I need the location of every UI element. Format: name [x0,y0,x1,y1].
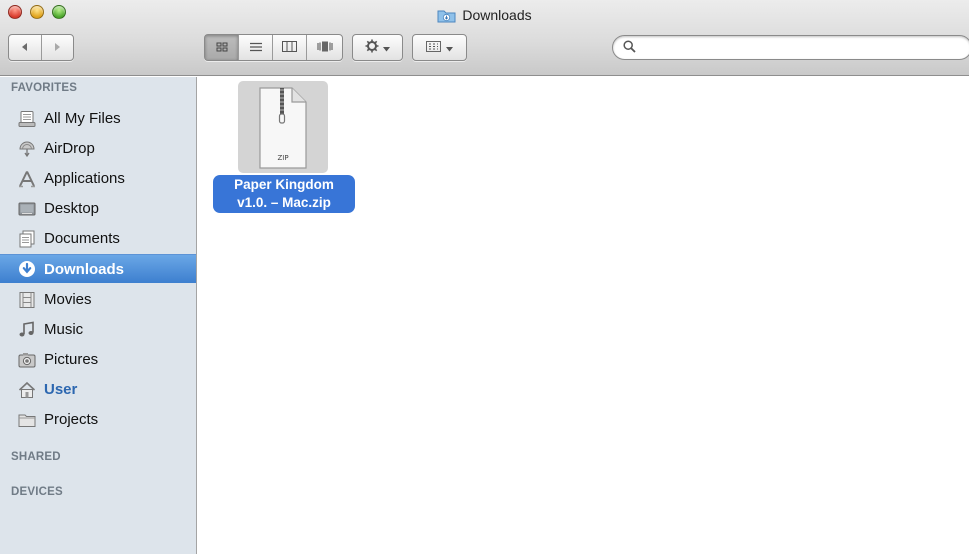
sidebar-item-label: User [44,381,78,398]
icon-view-button[interactable] [205,35,239,60]
window-toolbar: Downloads [0,0,969,76]
list-view-button[interactable] [239,35,273,60]
downloads-icon [18,260,36,278]
sidebar-item-label: All My Files [44,110,121,127]
applications-icon [18,170,36,188]
window-title-bar: Downloads [0,7,969,23]
section-shared: SHARED [11,451,61,463]
sidebar-item-label: Documents [44,230,120,247]
sidebar-item-label: Movies [44,291,92,308]
file-icon-selection[interactable]: ZIP [238,81,328,173]
action-menu [353,35,402,60]
forward-button[interactable] [42,35,74,60]
section-devices: DEVICES [11,486,63,498]
sidebar-item-label: Projects [44,411,99,428]
column-view-button[interactable] [273,35,307,60]
action-menu-button[interactable] [352,34,403,61]
sidebar-item-music[interactable]: Music [0,315,196,344]
sidebar-item-airdrop[interactable]: AirDrop [0,134,196,163]
music-icon [18,321,36,339]
sidebar-item-projects[interactable]: Projects [0,405,196,434]
coverflow-view-button[interactable] [307,35,342,60]
section-favorites: FAVORITES [11,82,78,94]
sidebar-item-desktop[interactable]: Desktop [0,194,196,223]
sidebar-item-label: AirDrop [44,140,95,157]
coverflow-view-icon [316,40,333,55]
sidebar-item-documents[interactable]: Documents [0,224,196,253]
file-browser-content: ZIP Paper Kingdom v1.0. – Mac.zip [198,77,969,554]
search-icon [623,39,636,56]
list-view-icon [249,40,263,55]
sidebar-item-label: Downloads [44,260,125,278]
pictures-icon [18,351,36,369]
downloads-folder-icon [437,8,456,23]
file-name-line-1: Paper Kingdom [234,177,334,192]
sidebar: FAVORITES All My Files AirDrop Applicati… [0,77,197,554]
sidebar-item-label: Music [44,321,84,338]
chevron-down-icon [446,40,453,55]
view-mode-control [204,34,343,61]
search-input[interactable] [640,37,969,58]
desktop-icon [18,200,36,218]
forward-icon [52,40,62,55]
all-my-files-icon [18,110,36,128]
icon-view-icon [216,40,228,55]
gear-icon [365,39,379,56]
back-icon [20,40,30,55]
file-name-label[interactable]: Paper Kingdom v1.0. – Mac.zip [213,175,355,213]
sidebar-item-label: Applications [44,170,125,187]
sidebar-item-applications[interactable]: Applications [0,164,196,193]
arrange-menu-button[interactable] [412,34,467,61]
back-button[interactable] [9,35,42,60]
arrange-icon [426,40,441,55]
file-name-line-2: v1.0. – Mac.zip [237,195,331,210]
zip-type-label: ZIP [277,154,288,162]
sidebar-item-user[interactable]: User [0,375,196,404]
sidebar-item-label: Desktop [44,200,100,217]
column-view-icon [282,40,297,55]
arrange-menu [413,35,466,60]
zip-file-icon: ZIP [258,86,308,173]
sidebar-item-label: Pictures [44,351,99,368]
movies-icon [18,291,36,309]
search-field[interactable] [612,35,969,60]
home-icon [18,381,36,399]
folder-icon [18,411,36,429]
sidebar-item-movies[interactable]: Movies [0,285,196,314]
documents-icon [18,230,36,248]
airdrop-icon [18,140,36,158]
sidebar-item-pictures[interactable]: Pictures [0,345,196,374]
sidebar-item-all-my-files[interactable]: All My Files [0,104,196,133]
back-forward-control [8,34,74,61]
chevron-down-icon [383,40,390,55]
sidebar-item-downloads[interactable]: Downloads [0,254,196,283]
window-title: Downloads [462,7,532,23]
